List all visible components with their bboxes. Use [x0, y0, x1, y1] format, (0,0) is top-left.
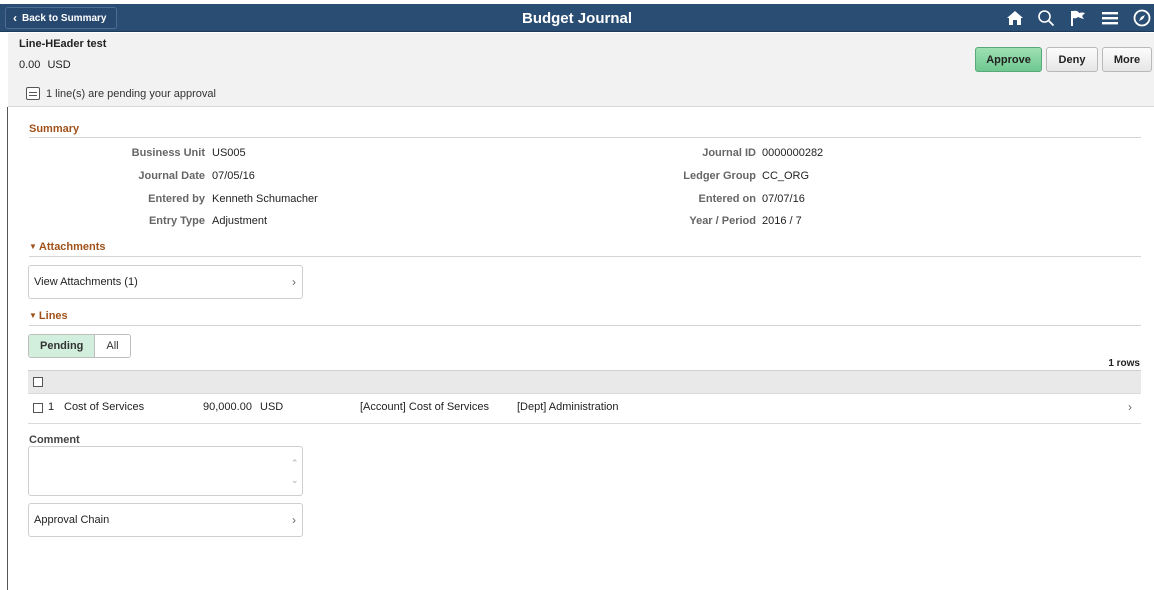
- collapse-triangle-icon: ▼: [29, 242, 37, 251]
- year-period-value: 2016 / 7: [762, 215, 802, 227]
- search-icon[interactable]: [1034, 7, 1058, 29]
- menu-icon[interactable]: [1098, 7, 1122, 29]
- lines-divider: [29, 325, 1141, 326]
- line-amount: 90,000.00: [203, 401, 252, 413]
- line-description: Cost of Services: [64, 401, 145, 413]
- table-row[interactable]: 1 Cost of Services 90,000.00 USD [Accoun…: [28, 394, 1141, 424]
- approve-button[interactable]: Approve: [975, 47, 1042, 72]
- collapse-triangle-icon: ▼: [29, 311, 37, 320]
- approval-chain-link[interactable]: Approval Chain ›: [28, 503, 303, 537]
- line-dept: [Dept] Administration: [517, 401, 619, 413]
- transaction-amount: 0.00 USD: [19, 59, 71, 71]
- deny-button[interactable]: Deny: [1046, 47, 1098, 72]
- ledger-group-value: CC_ORG: [762, 170, 810, 182]
- lines-list-icon: [26, 87, 40, 100]
- more-button[interactable]: More: [1102, 47, 1152, 72]
- business-unit-label: Business Unit: [131, 147, 205, 159]
- approval-chain-label: Approval Chain: [34, 514, 110, 526]
- comment-field[interactable]: [28, 446, 303, 496]
- summary-divider: [29, 137, 1141, 138]
- journal-date-label: Journal Date: [138, 170, 205, 182]
- comment-label: Comment: [29, 434, 80, 446]
- entry-type-label: Entry Type: [148, 215, 205, 227]
- view-attachments-label: View Attachments (1): [34, 276, 138, 288]
- transaction-name: Line-HEader test: [19, 38, 107, 50]
- back-to-summary-button[interactable]: ‹ Back to Summary: [5, 7, 118, 29]
- view-attachments-link[interactable]: View Attachments (1) ›: [28, 265, 303, 299]
- entry-type-value: Adjustment: [212, 215, 268, 227]
- select-all-checkbox[interactable]: [33, 377, 43, 387]
- rows-count: 1 rows: [1108, 358, 1140, 369]
- chevron-right-icon: ›: [292, 513, 296, 527]
- amount-currency: USD: [47, 59, 71, 71]
- chevron-left-icon: ‹: [13, 11, 17, 25]
- journal-date-value: 07/05/16: [212, 170, 255, 182]
- lines-section-toggle[interactable]: ▼ Lines: [29, 310, 68, 322]
- entered-on-label: Entered on: [698, 193, 756, 205]
- attachments-section-toggle[interactable]: ▼ Attachments: [29, 241, 106, 253]
- attachments-heading: Attachments: [38, 241, 106, 253]
- tab-pending[interactable]: Pending: [29, 335, 96, 357]
- year-period-label: Year / Period: [689, 215, 756, 227]
- flag-icon[interactable]: [1066, 7, 1090, 29]
- page-banner: ‹ Back to Summary Budget Journal: [0, 4, 1154, 32]
- line-account: [Account] Cost of Services: [360, 401, 489, 413]
- navigator-icon[interactable]: [1130, 7, 1154, 29]
- pending-text: 1 line(s) are pending your approval: [46, 87, 216, 100]
- pending-lines-notice: 1 line(s) are pending your approval: [26, 87, 216, 100]
- journal-id-label: Journal ID: [702, 147, 756, 159]
- lines-heading: Lines: [38, 310, 68, 322]
- journal-id-value: 0000000282: [762, 147, 824, 159]
- home-icon[interactable]: [1003, 7, 1027, 29]
- chevron-right-icon: ›: [1128, 400, 1132, 414]
- ledger-group-label: Ledger Group: [683, 170, 756, 182]
- summary-heading: Summary: [29, 123, 80, 135]
- entered-by-label: Entered by: [148, 193, 205, 205]
- amount-value: 0.00: [19, 59, 41, 71]
- lines-grid-header: [28, 370, 1141, 394]
- entered-on-value: 07/07/16: [762, 193, 805, 205]
- back-button-label: Back to Summary: [22, 12, 107, 24]
- line-currency: USD: [260, 401, 284, 413]
- lines-filter-toggle: Pending All: [28, 334, 131, 358]
- page-title: Budget Journal: [521, 10, 632, 27]
- entered-by-value: Kenneth Schumacher: [212, 193, 318, 205]
- row-checkbox[interactable]: [33, 403, 43, 413]
- attachments-divider: [29, 256, 1141, 257]
- chevron-right-icon: ›: [292, 275, 296, 289]
- line-number: 1: [48, 401, 55, 413]
- business-unit-value: US005: [212, 147, 246, 159]
- tab-all[interactable]: All: [95, 335, 130, 357]
